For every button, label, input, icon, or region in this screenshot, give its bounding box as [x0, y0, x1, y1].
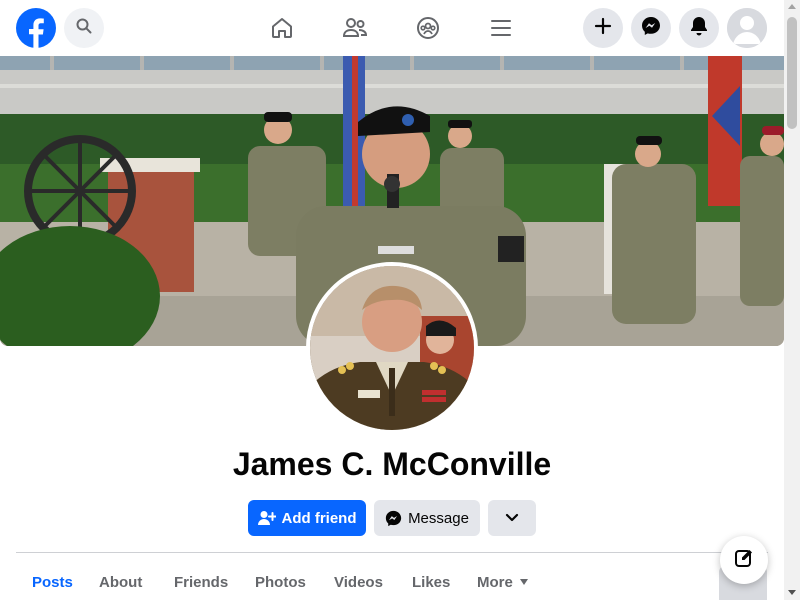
- tab-posts[interactable]: Posts: [32, 562, 73, 602]
- groups-icon[interactable]: [412, 12, 444, 44]
- messenger-icon: [641, 16, 661, 41]
- add-friend-button[interactable]: Add friend: [248, 500, 366, 536]
- messenger-icon: [385, 510, 402, 527]
- tab-likes[interactable]: Likes: [412, 562, 450, 602]
- new-message-button[interactable]: [720, 536, 768, 584]
- tab-more[interactable]: More: [477, 562, 528, 602]
- messenger-button[interactable]: [631, 8, 671, 48]
- create-button[interactable]: [583, 8, 623, 48]
- chevron-down-icon: [505, 510, 519, 527]
- tab-label: Posts: [32, 573, 73, 591]
- account-avatar[interactable]: [727, 8, 767, 48]
- profile-name: James C. McConville: [232, 446, 552, 482]
- tab-videos[interactable]: Videos: [334, 562, 383, 602]
- notifications-button[interactable]: [679, 8, 719, 48]
- bell-icon: [690, 16, 708, 41]
- friends-icon[interactable]: [339, 12, 371, 44]
- tab-label: Likes: [412, 573, 451, 591]
- profile-picture[interactable]: [306, 262, 478, 434]
- scroll-down-icon[interactable]: [788, 590, 796, 595]
- search-icon: [76, 18, 92, 39]
- caret-down-icon: [519, 579, 528, 585]
- scroll-up-icon[interactable]: [788, 4, 796, 9]
- message-button[interactable]: Message: [374, 500, 480, 536]
- tab-photos[interactable]: Photos: [255, 562, 306, 602]
- tabs-divider: [16, 552, 768, 553]
- page-scrollbar[interactable]: [784, 0, 800, 600]
- tab-about[interactable]: About: [99, 562, 142, 602]
- plus-icon: [594, 17, 612, 40]
- search-button[interactable]: [64, 8, 104, 48]
- add-person-icon: [257, 510, 276, 526]
- compose-icon: [734, 548, 754, 573]
- avatar-icon: [727, 8, 767, 48]
- tab-label: Photos: [255, 573, 306, 591]
- tab-label: More: [477, 573, 513, 591]
- more-options-button[interactable]: [488, 500, 536, 536]
- menu-icon[interactable]: [485, 12, 517, 44]
- scrollbar-thumb[interactable]: [787, 17, 797, 129]
- top-navigation-bar: [0, 0, 784, 56]
- tab-label: Friends: [174, 573, 229, 591]
- home-icon[interactable]: [266, 12, 298, 44]
- message-label: Message: [408, 509, 469, 527]
- tab-label: Videos: [334, 573, 383, 591]
- tab-label: About: [99, 573, 143, 591]
- facebook-logo-icon[interactable]: [16, 8, 56, 48]
- add-friend-label: Add friend: [281, 509, 357, 527]
- tab-friends[interactable]: Friends: [174, 562, 228, 602]
